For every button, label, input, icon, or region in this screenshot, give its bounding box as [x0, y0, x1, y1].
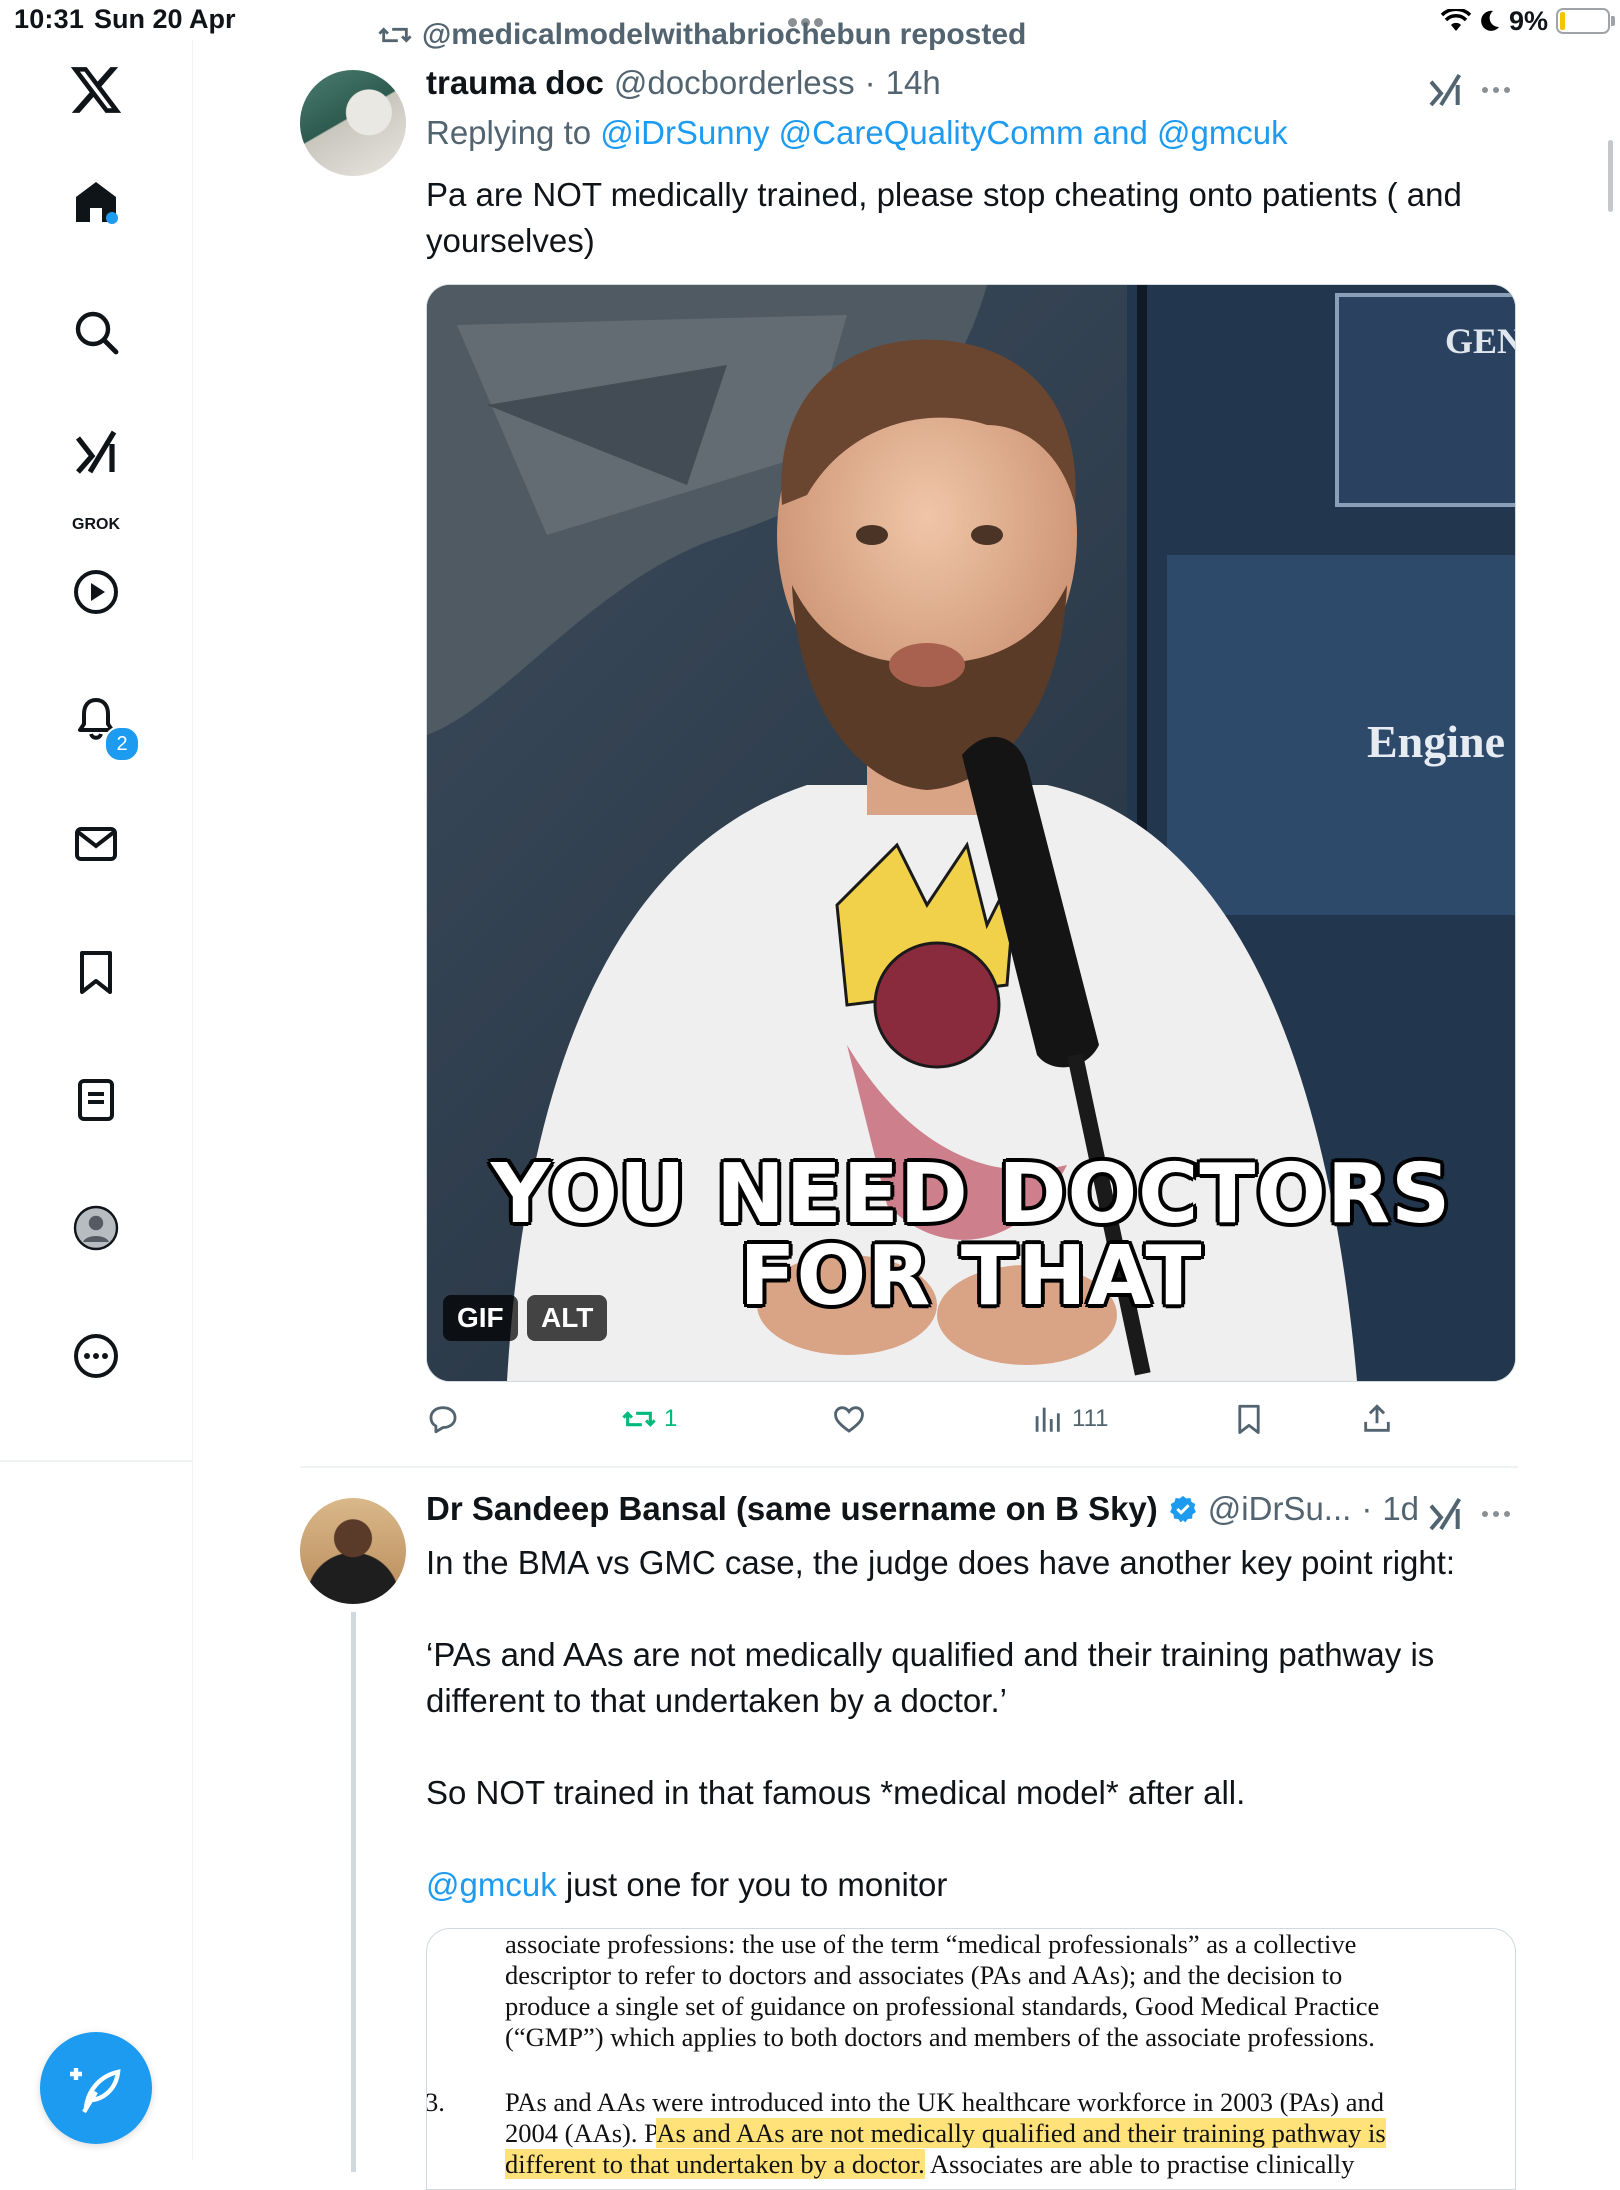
doc-highlight-2: different to that undertaken by a doctor…: [505, 2149, 925, 2179]
more-options-icon[interactable]: [1482, 80, 1522, 100]
repost-icon: [378, 27, 412, 43]
view-count: 111: [1072, 1405, 1109, 1432]
doc-line-6: 2004 (AAs). PAs and AAs are not medicall…: [505, 2118, 1386, 2149]
sidebar-item-home[interactable]: [66, 172, 126, 232]
tweet-header: trauma doc @docborderless · 14h: [426, 64, 941, 102]
sidebar-item-profile[interactable]: [66, 1198, 126, 1258]
author-name[interactable]: Dr Sandeep Bansal (same username on B Sk…: [426, 1490, 1158, 1528]
repost-label: @medicalmodelwithabriochebun reposted: [422, 18, 1027, 51]
sign-text-gen: GEN: [1445, 321, 1515, 361]
doc-line-5: PAs and AAs were introduced into the UK …: [505, 2087, 1384, 2117]
more-options-icon[interactable]: [1482, 1504, 1522, 1524]
doc-line-6-start: 2004 (AAs). P: [505, 2118, 657, 2148]
reply-icon: [429, 1406, 457, 1434]
gif-badge: GIF: [443, 1295, 518, 1341]
sidebar-item-grok[interactable]: [66, 422, 126, 482]
post-time[interactable]: 14h: [886, 64, 941, 102]
x-logo-icon[interactable]: [68, 62, 124, 118]
repost-button[interactable]: 1: [622, 1396, 677, 1442]
status-date: Sun 20 Apr: [94, 4, 236, 34]
separator-dot: ·: [1361, 1490, 1373, 1527]
battery-percent: 9%: [1508, 5, 1548, 36]
share-icon: [1364, 1404, 1390, 1432]
grok-label: GROK: [72, 516, 120, 533]
sidebar-item-more[interactable]: [66, 1326, 126, 1386]
gif-caption-line-1: YOU NEED DOCTORS: [490, 1147, 1452, 1242]
mail-icon: [75, 827, 117, 861]
doc-line-7-end: Associates are able to practise clinical…: [924, 2149, 1355, 2179]
grok-icon: [75, 430, 117, 474]
tweet-header: Dr Sandeep Bansal (same username on B Sk…: [426, 1490, 1419, 1528]
avatar[interactable]: [300, 1498, 406, 1604]
status-indicators: 9%: [1440, 4, 1615, 38]
grok-analyze-icon[interactable]: [1426, 1494, 1466, 1534]
tweet-text: Pa are NOT medically trained, please sto…: [426, 176, 1462, 259]
tweet-paragraph-4-rest: just one for you to monitor: [556, 1866, 948, 1903]
document-image[interactable]: associate professions: the use of the te…: [426, 1928, 1516, 2190]
scrollbar[interactable]: [1608, 140, 1613, 212]
tweet-paragraph-4: @gmcuk just one for you to monitor: [426, 1862, 1516, 1908]
doc-line-3: produce a single set of guidance on prof…: [505, 1991, 1380, 2021]
tweet-paragraph-1: In the BMA vs GMC case, the judge does h…: [426, 1544, 1456, 1581]
bookmark-icon: [80, 951, 112, 994]
search-icon: [75, 311, 119, 355]
bookmark-icon: [1238, 1404, 1260, 1434]
sidebar-item-lists[interactable]: [66, 1070, 126, 1130]
separator-dot: ·: [864, 64, 876, 101]
post-time[interactable]: 1d: [1382, 1490, 1419, 1528]
like-button[interactable]: [832, 1396, 874, 1442]
sidebar-item-search[interactable]: [66, 302, 126, 362]
bookmark-button[interactable]: [1232, 1396, 1266, 1442]
tweet-paragraph-3: So NOT trained in that famous *medical m…: [426, 1774, 1246, 1811]
repost-context[interactable]: @medicalmodelwithabriochebun reposted: [378, 18, 1026, 52]
battery-icon: [1556, 8, 1615, 34]
gif-media[interactable]: GEN Engine YOU NEED DOCTORS FOR THAT GIF…: [426, 284, 1516, 1382]
reply-mentions[interactable]: @iDrSunny @CareQualityComm and @gmcuk: [600, 114, 1287, 151]
status-time: 10:31: [14, 4, 85, 34]
grok-analyze-icon[interactable]: [1426, 70, 1466, 110]
mention-gmcuk[interactable]: @gmcuk: [426, 1866, 557, 1903]
doc-paragraph-number: 3.: [426, 2087, 445, 2117]
sidebar: GROK 2: [0, 40, 193, 2160]
sidebar-item-bookmarks[interactable]: [66, 942, 126, 1002]
profile-avatar-icon: [73, 1205, 119, 1251]
sidebar-item-messages[interactable]: [66, 814, 126, 874]
notification-count-badge: 2: [104, 726, 140, 762]
avatar[interactable]: [300, 70, 406, 176]
thread-connector: [351, 1612, 356, 2172]
home-unread-dot: [106, 212, 118, 224]
sign-text-engine: Engine: [1367, 716, 1505, 767]
more-circle-icon: [74, 1334, 118, 1378]
views-button[interactable]: 111: [1030, 1396, 1108, 1442]
doc-highlight-1: As and AAs are not medically qualified a…: [656, 2118, 1386, 2148]
list-icon: [78, 1079, 114, 1121]
doc-line-7: different to that undertaken by a doctor…: [505, 2149, 1354, 2180]
tweet-actions: 1 111: [426, 1396, 1516, 1442]
share-button[interactable]: [1360, 1396, 1394, 1442]
verified-badge-icon: [1169, 1495, 1196, 1523]
heart-icon: [834, 1406, 864, 1433]
tweet-divider: [300, 1466, 1518, 1468]
doc-line-2: descriptor to refer to doctors and assoc…: [505, 1960, 1343, 1990]
compose-post-button[interactable]: [40, 2032, 152, 2144]
repost-count: 1: [664, 1405, 678, 1432]
play-icon: [74, 570, 118, 614]
repost-icon: [622, 1411, 656, 1427]
sidebar-divider: [0, 1460, 192, 1462]
author-handle[interactable]: @iDrSu...: [1208, 1490, 1352, 1528]
reply-button[interactable]: [426, 1396, 468, 1442]
tweet-paragraph-2: ‘PAs and AAs are not medically qualified…: [426, 1636, 1435, 1719]
doc-line-1: associate professions: the use of the te…: [505, 1929, 1357, 1959]
sidebar-item-video[interactable]: [66, 562, 126, 622]
replying-to: Replying to @iDrSunny @CareQualityComm a…: [426, 114, 1288, 152]
replying-to-label: Replying to: [426, 114, 592, 151]
author-name[interactable]: trauma doc: [426, 64, 604, 102]
author-handle[interactable]: @docborderless: [614, 64, 855, 102]
doc-line-4: (“GMP”) which applies to both doctors an…: [505, 2022, 1375, 2052]
moon-icon: [1481, 10, 1499, 31]
views-chart-icon: [1035, 1407, 1060, 1432]
wifi-icon: [1440, 9, 1471, 31]
alt-text-button[interactable]: ALT: [527, 1295, 608, 1341]
compose-feather-icon: [70, 2068, 121, 2114]
